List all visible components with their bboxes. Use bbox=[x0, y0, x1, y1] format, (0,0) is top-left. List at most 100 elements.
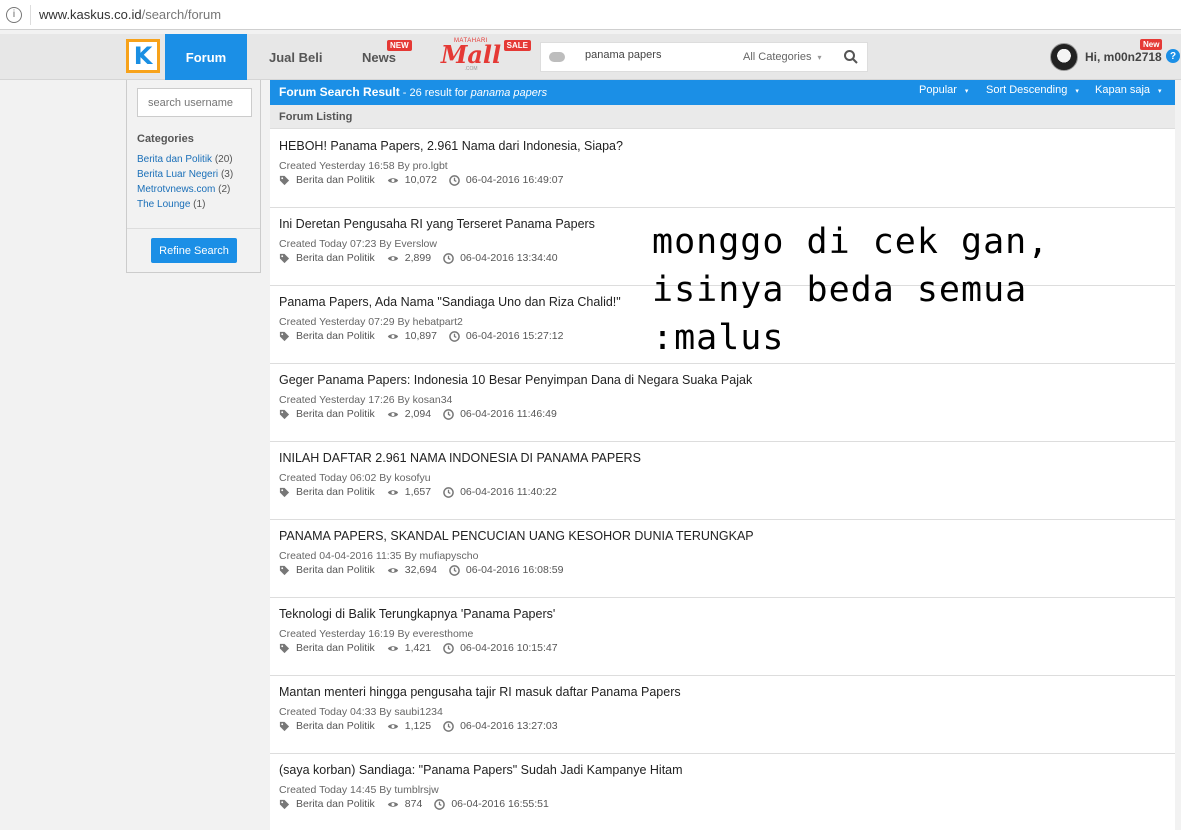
thread-title-link[interactable]: (saya korban) Sandiaga: "Panama Papers" … bbox=[279, 763, 683, 777]
nav-jual-beli-tab[interactable]: Jual Beli bbox=[269, 34, 322, 80]
search-input[interactable] bbox=[585, 49, 735, 61]
address-divider bbox=[30, 4, 31, 25]
thread-title-link[interactable]: Geger Panama Papers: Indonesia 10 Besar … bbox=[279, 373, 752, 387]
thread-created: Created Yesterday 07:29 By hebatpart2 bbox=[279, 316, 463, 328]
tag-icon bbox=[279, 643, 290, 653]
thread-last-time-text: 06-04-2016 15:27:12 bbox=[465, 330, 564, 342]
eye-icon bbox=[387, 645, 398, 651]
thread-category[interactable]: Berita dan Politik bbox=[279, 564, 375, 576]
sort-popular-dropdown[interactable]: Popular ▾ bbox=[919, 84, 968, 96]
username-greeting[interactable]: Hi, m00n2718 bbox=[1085, 50, 1162, 64]
thread-views-count: 32,694 bbox=[404, 564, 437, 576]
thread-last-time-text: 06-04-2016 16:08:59 bbox=[465, 564, 564, 576]
eye-icon bbox=[387, 177, 398, 183]
thread-meta: Berita dan Politik 874 06-04-2016 16:55:… bbox=[279, 798, 561, 810]
category-count: (1) bbox=[193, 199, 206, 210]
thread-views-count: 2,899 bbox=[404, 252, 432, 264]
kaskus-logo[interactable]: K bbox=[126, 39, 160, 73]
clock-icon bbox=[449, 174, 460, 186]
username-search-input[interactable] bbox=[137, 88, 252, 117]
tag-icon bbox=[279, 487, 290, 497]
thread-category[interactable]: Berita dan Politik bbox=[279, 798, 375, 810]
thread-last-time: 06-04-2016 11:40:22 bbox=[443, 486, 557, 498]
table-row: Mantan menteri hingga pengusaha tajir RI… bbox=[270, 676, 1175, 754]
thread-category[interactable]: Berita dan Politik bbox=[279, 252, 375, 264]
thread-last-time: 06-04-2016 11:46:49 bbox=[443, 408, 557, 420]
thread-category[interactable]: Berita dan Politik bbox=[279, 720, 375, 732]
thread-last-time-text: 06-04-2016 10:15:47 bbox=[460, 642, 558, 654]
thread-title-link[interactable]: Panama Papers, Ada Nama "Sandiaga Uno da… bbox=[279, 295, 621, 309]
thread-last-time-text: 06-04-2016 16:55:51 bbox=[451, 798, 549, 810]
tag-icon bbox=[279, 253, 290, 263]
time-range-label: Kapan saja bbox=[1095, 84, 1151, 96]
tag-icon bbox=[279, 565, 290, 575]
category-count: (3) bbox=[220, 169, 234, 180]
result-query: panama papers bbox=[470, 87, 548, 99]
tag-icon bbox=[279, 409, 290, 419]
thread-views: 10,897 bbox=[387, 330, 437, 342]
thread-title-link[interactable]: Teknologi di Balik Terungkapnya 'Panama … bbox=[279, 607, 555, 621]
category-link[interactable]: Berita Luar Negeri bbox=[137, 169, 218, 180]
category-item: Metrotvnews.com (2) bbox=[137, 182, 233, 197]
thread-title-link[interactable]: INILAH DAFTAR 2.961 NAMA INDONESIA DI PA… bbox=[279, 451, 641, 465]
thread-views-count: 10,897 bbox=[404, 330, 437, 342]
nav-news-label: News bbox=[362, 49, 396, 65]
thread-category[interactable]: Berita dan Politik bbox=[279, 486, 375, 498]
category-link[interactable]: Berita dan Politik bbox=[137, 154, 212, 165]
thread-category[interactable]: Berita dan Politik bbox=[279, 642, 375, 654]
help-icon[interactable]: ? bbox=[1166, 49, 1180, 63]
category-list: Berita dan Politik (20) Berita Luar Nege… bbox=[137, 152, 233, 212]
eye-icon bbox=[387, 567, 398, 573]
nav-forum-tab[interactable]: Forum bbox=[165, 34, 247, 80]
category-link[interactable]: The Lounge bbox=[137, 199, 190, 210]
overlay-caption: monggo di cek gan, isinya beda semua:malu… bbox=[652, 218, 1049, 362]
search-icon[interactable] bbox=[843, 49, 859, 65]
thread-views-count: 1,125 bbox=[404, 720, 432, 732]
clock-icon bbox=[449, 330, 460, 342]
thread-category-label: Berita dan Politik bbox=[296, 642, 375, 654]
thread-title-link[interactable]: Mantan menteri hingga pengusaha tajir RI… bbox=[279, 685, 681, 699]
thread-category[interactable]: Berita dan Politik bbox=[279, 174, 375, 186]
thread-meta: Berita dan Politik 10,897 06-04-2016 15:… bbox=[279, 330, 575, 342]
category-select[interactable]: All Categories ▾ bbox=[743, 51, 822, 63]
thread-category-label: Berita dan Politik bbox=[296, 252, 375, 264]
thread-meta: Berita dan Politik 2,899 06-04-2016 13:3… bbox=[279, 252, 570, 264]
thread-created: Created 04-04-2016 11:35 By mufiapyscho bbox=[279, 550, 479, 562]
thread-meta: Berita dan Politik 32,694 06-04-2016 16:… bbox=[279, 564, 575, 576]
sort-order-label: Sort Descending bbox=[986, 84, 1068, 96]
thread-views: 1,125 bbox=[387, 720, 431, 732]
info-icon[interactable]: i bbox=[6, 6, 22, 23]
eye-icon bbox=[387, 801, 398, 807]
refine-search-button[interactable]: Refine Search bbox=[151, 238, 237, 263]
thread-category[interactable]: Berita dan Politik bbox=[279, 330, 375, 342]
thread-last-time: 06-04-2016 15:27:12 bbox=[449, 330, 564, 342]
clock-icon bbox=[449, 564, 460, 576]
matahari-mall-link[interactable]: MATAHARI Mall .COM SALE bbox=[437, 38, 531, 76]
mall-sale-badge: SALE bbox=[503, 40, 531, 51]
logo-letter: K bbox=[133, 42, 153, 70]
avatar[interactable] bbox=[1050, 43, 1078, 71]
user-new-badge: New bbox=[1140, 39, 1163, 50]
sort-order-dropdown[interactable]: Sort Descending ▾ bbox=[986, 84, 1079, 96]
thread-views: 2,899 bbox=[387, 252, 431, 264]
thread-created: Created Today 14:45 By tumblrsjw bbox=[279, 784, 439, 796]
thread-category[interactable]: Berita dan Politik bbox=[279, 408, 375, 420]
clock-icon bbox=[443, 486, 454, 498]
clock-icon bbox=[443, 252, 454, 264]
clock-icon bbox=[434, 798, 446, 810]
url-path: /search/forum bbox=[141, 7, 222, 22]
clock-icon bbox=[443, 720, 454, 732]
url-text[interactable]: www.kaskus.co.id/search/forum bbox=[39, 7, 221, 22]
table-row: Geger Panama Papers: Indonesia 10 Besar … bbox=[270, 364, 1175, 442]
thread-title-link[interactable]: HEBOH! Panama Papers, 2.961 Nama dari In… bbox=[279, 139, 623, 153]
thread-views-count: 2,094 bbox=[404, 408, 432, 420]
tag-icon bbox=[279, 799, 290, 809]
thread-title-link[interactable]: Ini Deretan Pengusaha RI yang Terseret P… bbox=[279, 217, 595, 231]
category-item: The Lounge (1) bbox=[137, 197, 233, 212]
category-link[interactable]: Metrotvnews.com bbox=[137, 184, 215, 195]
thread-last-time: 06-04-2016 13:27:03 bbox=[443, 720, 558, 732]
time-range-dropdown[interactable]: Kapan saja ▾ bbox=[1095, 84, 1162, 96]
tag-icon bbox=[279, 721, 290, 731]
address-bar[interactable]: i www.kaskus.co.id/search/forum bbox=[0, 0, 1181, 30]
thread-title-link[interactable]: PANAMA PAPERS, SKANDAL PENCUCIAN UANG KE… bbox=[279, 529, 754, 543]
